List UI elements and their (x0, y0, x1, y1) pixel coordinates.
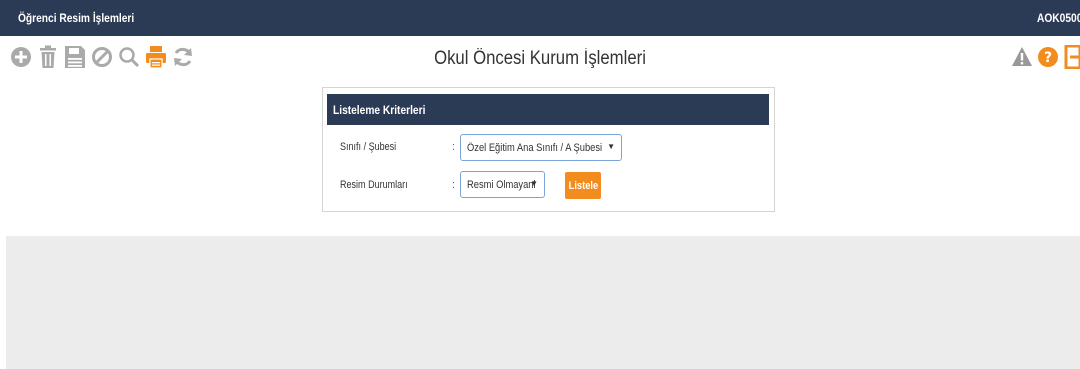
criteria-header: Listeleme Kriterleri (327, 94, 769, 125)
photo-status-select[interactable]: Resmi Olmayanl ▼ (460, 171, 545, 198)
toolbar-right-icons: ? (1010, 42, 1080, 72)
results-area (6, 236, 1080, 369)
chevron-down-icon: ▼ (607, 142, 615, 151)
class-colon: : (452, 141, 456, 153)
photo-status-colon: : (452, 179, 456, 191)
title-bar: Öğrenci Resim İşlemleri AOK0500 (0, 0, 1080, 36)
page-title: Okul Öncesi Kurum İşlemleri (434, 48, 646, 69)
warning-icon[interactable] (1010, 42, 1034, 72)
class-label: Sınıfı / Şubesi (340, 141, 397, 153)
toolbar: Okul Öncesi Kurum İşlemleri ? (0, 36, 1080, 84)
class-select[interactable]: Özel Eğitim Ana Sınıfı / A Şubesi ▼ (460, 134, 622, 161)
list-button-label: Listele (568, 179, 598, 192)
chevron-down-icon: ▼ (530, 179, 538, 188)
photo-status-label: Resim Durumları (340, 179, 408, 191)
class-select-value: Özel Eğitim Ana Sınıfı / A Şubesi (467, 142, 603, 154)
exit-icon[interactable] (1062, 42, 1080, 72)
list-button[interactable]: Listele (565, 172, 601, 199)
add-icon[interactable] (8, 42, 34, 72)
window-title: Öğrenci Resim İşlemleri (18, 11, 135, 25)
help-icon[interactable]: ? (1036, 42, 1060, 72)
window-code: AOK0500 (1036, 11, 1080, 25)
svg-text:?: ? (1044, 50, 1052, 66)
photo-status-select-value: Resmi Olmayanl (467, 179, 536, 191)
criteria-header-label: Listeleme Kriterleri (333, 103, 426, 117)
delete-icon[interactable] (35, 42, 61, 72)
